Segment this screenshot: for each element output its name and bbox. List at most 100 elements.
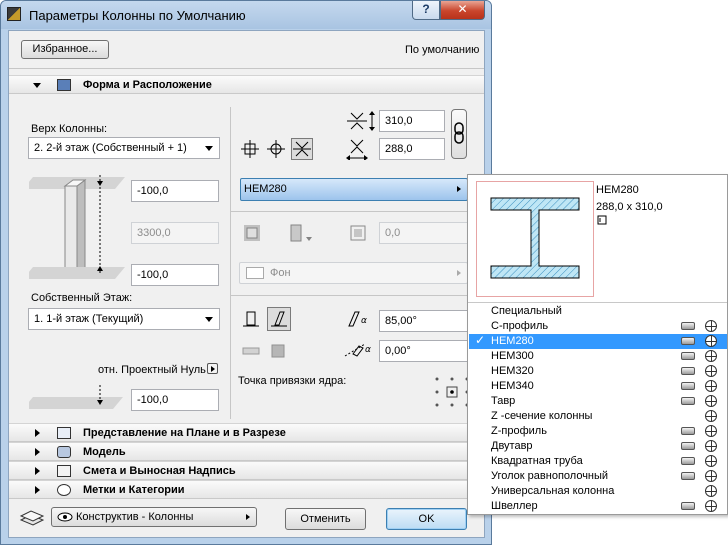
profile-list-item[interactable]: Швеллер [469, 499, 727, 514]
fill-label: Фон [270, 267, 291, 279]
profile-list-item[interactable]: HEM300 [469, 349, 727, 364]
profile-list-item[interactable]: HEM320 [469, 364, 727, 379]
model-3d-icon [57, 446, 71, 458]
column-top-value: 2. 2-й этаж (Собственный + 1) [34, 142, 187, 154]
profile-width-field[interactable]: 310,0 [379, 110, 445, 132]
layer-selector-button[interactable]: Конструктив - Колонны [51, 507, 257, 527]
anchor-point-grid[interactable] [433, 375, 471, 409]
profile-list-item[interactable]: Уголок равнополочный [469, 469, 727, 484]
beam-profile-icon [681, 472, 695, 480]
slant-angle-field[interactable]: 85,00° [379, 310, 468, 332]
profile-selector-label: HEM280 [244, 183, 287, 195]
hem-section-drawing [490, 197, 580, 279]
expand-arrow-icon[interactable] [35, 448, 40, 456]
dialog-window: Параметры Колонны по Умолчанию ? ✕ Избра… [0, 0, 492, 545]
expand-arrow-icon[interactable] [35, 486, 40, 494]
profile-list-item-label: Тавр [491, 395, 516, 407]
home-story-combo[interactable]: 1. 1-й этаж (Текущий) [28, 308, 220, 330]
relative-elevation-field[interactable]: -100,0 [131, 389, 219, 411]
profile-list-item[interactable]: ✓ HEM280 [469, 333, 727, 349]
profile-list-item-label: HEM300 [491, 350, 534, 362]
section-tags-header[interactable]: Метки и Категории [9, 480, 484, 499]
crosshair-square-icon [241, 140, 259, 158]
veneer-core-button[interactable] [241, 222, 263, 244]
help-button[interactable]: ? [412, 1, 440, 20]
chevron-right-icon [211, 366, 215, 372]
beam-profile-icon [681, 382, 695, 390]
top-offset-field[interactable]: -100,0 [131, 180, 219, 202]
vertical-column-button[interactable] [240, 308, 262, 330]
profile-list-item[interactable]: Квадратная труба [469, 454, 727, 469]
reference-level-popup-button[interactable] [207, 363, 218, 374]
beam-profile-icon [681, 397, 695, 405]
profile-list-item-label: Специальный [491, 305, 562, 317]
section-shape-title: Форма и Расположение [83, 79, 212, 91]
center-anchor-button[interactable] [239, 138, 261, 160]
favorites-button[interactable]: Избранное... [21, 40, 109, 59]
home-story-label: Собственный Этаж: [31, 292, 133, 304]
beam-profile-icon [681, 352, 695, 360]
section-listing-header[interactable]: Смета и Выносная Надпись [9, 461, 484, 480]
section-shape-button-2[interactable] [267, 340, 289, 362]
beam-profile-icon [681, 442, 695, 450]
profile-list-item[interactable]: Z -сечение колонны [469, 409, 727, 424]
profile-preview [476, 181, 594, 297]
column-profile-icon [705, 470, 717, 482]
title-bar[interactable]: Параметры Колонны по Умолчанию ? ✕ [1, 1, 491, 29]
profile-list-item[interactable]: Тавр [469, 394, 727, 409]
depth-dimension-icon [346, 139, 368, 160]
fill-selector-button[interactable]: Фон [239, 262, 468, 284]
section-shape-button-1[interactable] [240, 340, 262, 362]
profile-list-item[interactable]: Специальный [469, 304, 727, 319]
profile-list-item[interactable]: Z-профиль [469, 424, 727, 439]
preview-profile-name: HEM280 [596, 184, 639, 196]
profile-list-item-label: Квадратная труба [491, 455, 583, 467]
rotation-angle-field[interactable]: 0,00° [379, 340, 468, 362]
layer-name: Конструктив - Колонны [76, 511, 194, 523]
profile-list-item[interactable]: Двутавр [469, 439, 727, 454]
column-top-combo[interactable]: 2. 2-й этаж (Собственный + 1) [28, 137, 220, 159]
link-dimensions-toggle[interactable] [451, 109, 467, 159]
bottom-offset-field[interactable]: -100,0 [131, 264, 219, 286]
profile-list-item[interactable]: С-профиль [469, 319, 727, 334]
section-plan-header[interactable]: Представление на Плане и в Разрезе [9, 423, 484, 442]
preview-profile-dimensions: 288,0 x 310,0 [596, 201, 663, 213]
expand-arrow-icon[interactable] [35, 467, 40, 475]
profile-list-item[interactable]: Универсальная колонна [469, 484, 727, 499]
profile-depth-field[interactable]: 288,0 [379, 138, 445, 160]
column-height-field[interactable]: 3300,0 [131, 222, 219, 244]
section-tags-title: Метки и Категории [83, 484, 185, 496]
steel-profile-icon [293, 141, 311, 157]
checkmark-icon: ✓ [475, 333, 486, 347]
beam-profile-icon [681, 367, 695, 375]
veneer-thickness-field[interactable]: 0,0 [379, 222, 468, 244]
profile-list-item[interactable]: HEM340 [469, 379, 727, 394]
close-button[interactable]: ✕ [440, 1, 485, 20]
expand-arrow-icon[interactable] [35, 429, 40, 437]
profile-list-item-label: С-профиль [491, 320, 549, 332]
layers-icon [19, 510, 45, 526]
rotation-angle-icon: α [344, 343, 371, 357]
ok-button[interactable]: OK [386, 508, 467, 530]
slant-angle-icon: α [348, 311, 367, 327]
veneer-type-icon [290, 224, 312, 242]
column-profile-icon [705, 485, 717, 497]
profile-solid-icon [271, 344, 285, 358]
circle-anchor-button[interactable] [265, 138, 287, 160]
expand-arrow-icon[interactable] [33, 83, 41, 88]
eye-icon [57, 512, 73, 522]
veneer-type-button[interactable] [287, 222, 312, 244]
profile-list-item-label: Двутавр [491, 440, 533, 452]
width-dimension-icon [347, 111, 375, 131]
profile-section-button[interactable] [291, 138, 313, 160]
floor-plan-icon [57, 427, 71, 439]
cancel-button[interactable]: Отменить [285, 508, 366, 530]
profile-list-item-label: HEM280 [491, 335, 534, 347]
profile-selector-button[interactable]: HEM280 [240, 178, 468, 201]
slanted-column-button[interactable] [267, 307, 291, 331]
section-shape-header[interactable]: Форма и Расположение [9, 75, 484, 94]
beam-profile-icon [681, 457, 695, 465]
vertical-column-icon [243, 311, 259, 327]
section-model-header[interactable]: Модель [9, 442, 484, 461]
column-profile-icon [705, 410, 717, 422]
